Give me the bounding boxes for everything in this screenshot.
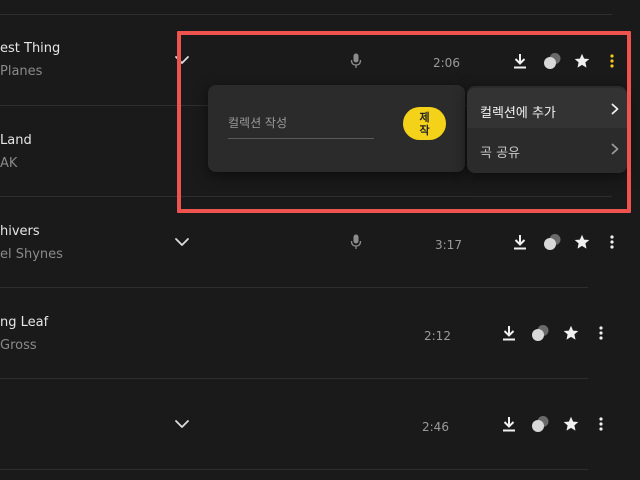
download-icon[interactable] [502,416,516,432]
download-icon[interactable] [502,325,516,341]
track-duration: 2:46 [422,420,449,434]
mic-icon[interactable] [350,234,362,250]
track-title: ng Leaf [0,315,49,330]
track-artist[interactable]: AK [0,156,17,171]
mix-icon[interactable] [530,324,550,342]
mix-icon[interactable] [542,233,562,251]
highlight-frame [177,31,631,213]
track-artist[interactable]: el Shynes [0,247,63,262]
star-icon[interactable] [563,325,579,341]
more-vertical-icon[interactable] [599,417,603,431]
track-duration: 3:17 [435,238,462,252]
track-artist[interactable]: Gross [0,338,37,353]
chevron-down-icon[interactable] [174,419,190,429]
row-divider [0,469,588,470]
track-title: Land [0,133,32,148]
track-title: hivers [0,224,40,239]
download-icon[interactable] [513,234,527,250]
star-icon[interactable] [563,416,579,432]
chevron-down-icon[interactable] [174,237,190,247]
track-title: est Thing [0,41,61,56]
more-vertical-icon[interactable] [610,235,614,249]
track-row[interactable]: 2:46 [0,379,640,469]
mix-icon[interactable] [530,415,550,433]
track-duration: 2:12 [424,329,451,343]
track-row[interactable]: ng Leaf Gross 2:12 [0,288,640,378]
track-artist[interactable]: Planes [0,64,42,79]
star-icon[interactable] [574,234,590,250]
more-vertical-icon[interactable] [599,326,603,340]
track-list-page: est Thing Planes 2:06 Land AK hivers el … [0,0,640,480]
